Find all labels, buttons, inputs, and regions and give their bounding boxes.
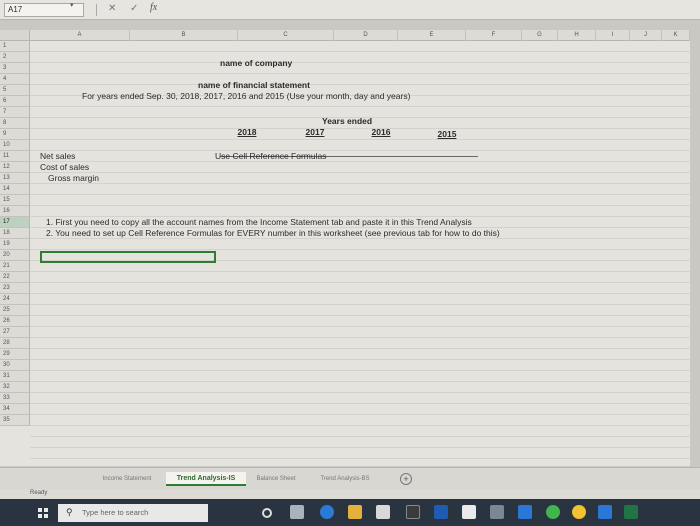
word-icon[interactable] [518,505,532,519]
row-header[interactable]: 16 [0,206,30,217]
mail-icon[interactable] [434,505,448,519]
row-header[interactable]: 33 [0,393,30,404]
search-input[interactable]: ⚲ Type here to search [58,504,208,522]
column-header[interactable]: B [130,30,238,41]
column-header[interactable]: A [30,30,130,41]
gross-margin-cell[interactable]: Gross margin [48,173,99,183]
year-cell[interactable]: 2018 [222,127,272,137]
store-icon[interactable] [376,505,390,519]
column-header[interactable]: G [522,30,558,41]
column-header[interactable]: H [558,30,596,41]
instruction-cell[interactable]: 1. First you need to copy all the accoun… [46,217,472,227]
year-cell[interactable]: 2016 [356,127,406,137]
tab-trend-analysis-bs[interactable]: Trend Analysis-BS [306,472,384,486]
row-header[interactable]: 32 [0,382,30,393]
select-all-button[interactable] [0,30,30,41]
sheet-tabs: Income Statement Trend Analysis-IS Balan… [0,467,700,489]
row-header[interactable]: 27 [0,327,30,338]
add-sheet-icon[interactable]: + [400,473,412,485]
row-header[interactable]: 18 [0,228,30,239]
chrome-icon[interactable] [572,505,586,519]
row-header[interactable]: 8 [0,118,30,129]
row-header[interactable]: 4 [0,74,30,85]
year-cell[interactable]: 2015 [422,129,472,139]
row-header[interactable]: 23 [0,283,30,294]
status-bar: Ready [0,489,700,499]
row-header[interactable]: 7 [0,107,30,118]
active-cell[interactable] [40,251,216,263]
row-header[interactable]: 34 [0,404,30,415]
tab-trend-analysis-is[interactable]: Trend Analysis-IS [166,472,246,486]
row-header[interactable]: 10 [0,140,30,151]
tab-balance-sheet[interactable]: Balance Sheet [250,472,302,486]
app-icon[interactable] [490,505,504,519]
year-cell[interactable]: 2017 [290,127,340,137]
row-header[interactable]: 31 [0,371,30,382]
row-header[interactable]: 17 [0,217,30,228]
worksheet: ABCDEFGHIJK 1 2 3 4 5 6 7 8 9 10 11 12 13 14 15 16 17 18 1… [0,30,690,466]
row-header[interactable]: 6 [0,96,30,107]
column-header[interactable]: J [630,30,662,41]
spotify-icon[interactable] [546,505,560,519]
column-header[interactable]: K [662,30,690,41]
row-header[interactable]: 22 [0,272,30,283]
row-header[interactable]: 15 [0,195,30,206]
column-header[interactable]: F [466,30,522,41]
row-header[interactable]: 14 [0,184,30,195]
chevron-down-icon[interactable]: ▾ [70,1,74,9]
edge-icon[interactable] [320,505,334,519]
photos-icon[interactable] [462,505,476,519]
hint-cell[interactable]: Use Cell Reference Formulas [215,151,326,161]
cortana-icon[interactable] [262,508,272,518]
enter-icon[interactable]: ✓ [130,3,138,14]
search-placeholder: Type here to search [82,508,149,517]
years-ended-cell[interactable]: Years ended [322,116,372,126]
excel-icon[interactable] [624,505,638,519]
row-header[interactable]: 20 [0,250,30,261]
task-view-icon[interactable] [290,505,304,519]
outlook-icon[interactable] [598,505,612,519]
row-header[interactable]: 9 [0,129,30,140]
row-header[interactable]: 3 [0,63,30,74]
tab-income-statement[interactable]: Income Statement [92,472,162,486]
taskbar: ⚲ Type here to search [0,499,700,526]
column-header[interactable]: E [398,30,466,41]
row-header[interactable]: 12 [0,162,30,173]
statement-name-cell[interactable]: name of financial statement [198,80,310,90]
row-header[interactable]: 30 [0,360,30,371]
row-header[interactable]: 26 [0,316,30,327]
cell-grid[interactable]: name of company name of financial statem… [30,41,690,466]
search-icon: ⚲ [66,507,73,517]
row-header[interactable]: 28 [0,338,30,349]
column-header[interactable]: D [334,30,398,41]
row-header[interactable]: 5 [0,85,30,96]
row-header[interactable]: 21 [0,261,30,272]
company-name-cell[interactable]: name of company [220,58,292,68]
period-cell[interactable]: For years ended Sep. 30, 2018, 2017, 201… [82,91,410,101]
divider [96,4,97,16]
column-header[interactable]: I [596,30,630,41]
net-sales-cell[interactable]: Net sales [40,151,75,161]
instruction-cell[interactable]: 2. You need to set up Cell Reference For… [46,228,500,238]
column-headers: ABCDEFGHIJK [30,30,690,41]
row-header[interactable]: 29 [0,349,30,360]
formula-bar: A17 ▾ ✕ ✓ fx [0,0,700,20]
row-header[interactable]: 13 [0,173,30,184]
row-header[interactable]: 25 [0,305,30,316]
cancel-icon[interactable]: ✕ [108,3,116,14]
status-text: Ready [30,490,48,496]
row-header[interactable]: 24 [0,294,30,305]
windows-start-icon[interactable] [38,508,48,518]
file-explorer-icon[interactable] [348,505,362,519]
row-header[interactable]: 11 [0,151,30,162]
row-header[interactable]: 1 [0,41,30,52]
calendar-icon[interactable] [406,505,420,519]
cost-of-sales-cell[interactable]: Cost of sales [40,162,89,172]
row-header[interactable]: 35 [0,415,30,426]
column-header[interactable]: C [238,30,334,41]
function-icon[interactable]: fx [150,2,157,13]
row-header[interactable]: 2 [0,52,30,63]
row-header[interactable]: 19 [0,239,30,250]
